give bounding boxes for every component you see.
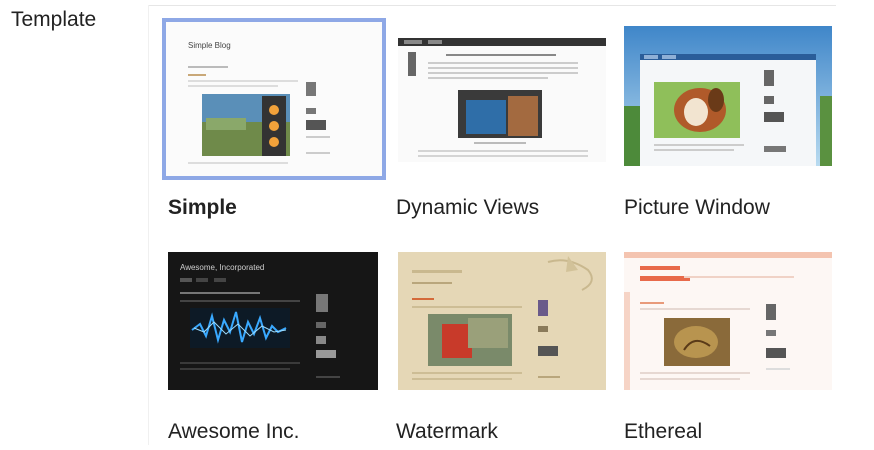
picture-window-preview-image xyxy=(624,26,832,166)
template-name-awesome-inc[interactable]: Awesome Inc. xyxy=(168,420,300,444)
template-thumbnail-simple[interactable]: Simple Blog xyxy=(162,18,386,180)
template-thumbnail-picture-window[interactable] xyxy=(624,26,832,166)
watermark-preview-image xyxy=(398,252,606,390)
panel-border-top xyxy=(148,5,836,6)
template-name-watermark[interactable]: Watermark xyxy=(396,420,498,444)
template-option-awesome-inc[interactable]: Awesome, Incorporated Awesome Inc. xyxy=(162,248,386,448)
template-option-picture-window[interactable]: Picture Window xyxy=(622,18,836,228)
template-option-dynamic-views[interactable]: Dynamic Views xyxy=(396,18,608,228)
template-thumbnail-dynamic-views[interactable] xyxy=(398,38,606,162)
panel-border-left xyxy=(148,5,149,445)
template-section-label: Template xyxy=(11,8,97,31)
template-option-simple[interactable]: Simple Blog Simple xyxy=(162,18,386,228)
template-thumbnail-ethereal[interactable] xyxy=(624,252,832,390)
template-name-simple[interactable]: Simple xyxy=(168,196,237,220)
template-name-picture-window[interactable]: Picture Window xyxy=(624,196,770,220)
template-name-dynamic-views[interactable]: Dynamic Views xyxy=(396,196,539,220)
template-name-ethereal[interactable]: Ethereal xyxy=(624,420,702,444)
simple-preview-image: Simple Blog xyxy=(166,22,382,176)
template-option-ethereal[interactable]: Ethereal xyxy=(622,248,836,448)
dynamic-views-preview-image xyxy=(398,38,606,162)
ethereal-preview-image xyxy=(624,252,832,390)
awesome-inc-preview-title: Awesome, Incorporated xyxy=(180,263,264,272)
template-option-watermark[interactable]: Watermark xyxy=(396,248,608,448)
template-thumbnail-watermark[interactable] xyxy=(398,252,606,390)
awesome-inc-preview-image: Awesome, Incorporated xyxy=(168,252,378,390)
simple-preview-title: Simple Blog xyxy=(188,41,231,50)
template-thumbnail-awesome-inc[interactable]: Awesome, Incorporated xyxy=(168,252,378,390)
